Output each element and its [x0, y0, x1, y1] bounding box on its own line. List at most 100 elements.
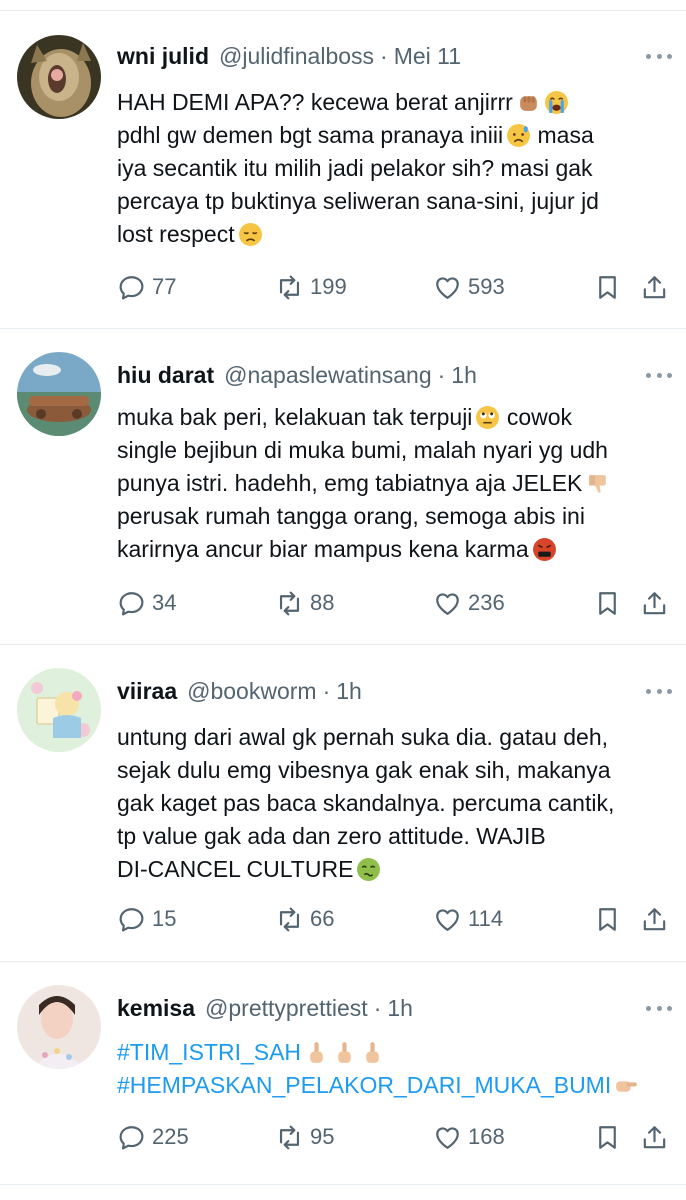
display-name[interactable]: wni julid — [117, 43, 209, 70]
bookmark-button[interactable] — [593, 902, 622, 936]
retweet-count: 199 — [310, 274, 347, 299]
bookmark-button[interactable] — [593, 270, 622, 304]
like-button[interactable]: 168 — [433, 1120, 505, 1154]
tweet-text-line: gak kaget pas baca skandalnya. percuma c… — [117, 790, 615, 816]
eye-roll-face-icon — [475, 405, 500, 430]
more-icon[interactable] — [646, 686, 672, 696]
display-name[interactable]: kemisa — [117, 995, 195, 1022]
avatar[interactable] — [17, 668, 101, 752]
user-handle[interactable]: @bookworm — [187, 678, 316, 705]
tweet[interactable]: hiu darat @napaslewatinsang · 1h muka ba… — [0, 330, 686, 645]
timestamp[interactable]: 1h — [451, 362, 477, 389]
like-button[interactable]: 593 — [433, 270, 505, 304]
tweet-text-line: tp value gak ada dan zero attitude. WAJI… — [117, 823, 546, 849]
timestamp[interactable]: Mei 11 — [394, 43, 461, 70]
pushing-hand-icon — [614, 1073, 639, 1098]
reply-button[interactable]: 34 — [117, 586, 176, 620]
retweet-count: 95 — [310, 1124, 335, 1149]
tweet[interactable]: kemisa @prettyprettiest · 1h #TIM_ISTRI_… — [0, 963, 686, 1185]
reply-button[interactable]: 77 — [117, 270, 176, 304]
separator: · — [437, 361, 446, 388]
bookmark-icon — [593, 589, 622, 618]
retweet-icon — [275, 1123, 310, 1152]
tweet-text-line: single bejibun di muka bumi, malah nyari… — [117, 437, 608, 463]
share-icon — [640, 905, 669, 934]
separator: · — [380, 42, 388, 69]
tweet-text-line: iya secantik itu milih jadi pelakor sih?… — [117, 155, 593, 181]
tweet-text-line-end: masa — [537, 122, 594, 148]
more-icon[interactable] — [646, 370, 672, 380]
thumbs-down-icon — [585, 471, 610, 496]
index-pointing-up-icon — [360, 1040, 385, 1065]
reply-icon — [117, 273, 152, 302]
share-icon — [640, 273, 669, 302]
sad-sweat-face-icon — [506, 123, 531, 148]
share-button[interactable] — [640, 902, 669, 936]
share-button[interactable] — [640, 270, 669, 304]
retweet-count: 88 — [310, 590, 335, 615]
hashtag-link[interactable]: #TIM_ISTRI_SAH — [117, 1039, 301, 1065]
avatar[interactable] — [17, 985, 101, 1069]
display-name[interactable]: hiu darat — [117, 362, 214, 389]
more-icon[interactable] — [646, 51, 672, 61]
hashtag-link[interactable]: #HEMPASKAN_PELAKOR_DARI_MUKA_BUMI — [117, 1072, 611, 1098]
retweet-count: 66 — [310, 906, 335, 931]
reply-icon — [117, 589, 152, 618]
like-button[interactable]: 236 — [433, 586, 505, 620]
share-icon — [640, 589, 669, 618]
tweet-text: muka bak peri, kelakuan tak terpuji cowo… — [117, 401, 667, 566]
share-button[interactable] — [640, 586, 669, 620]
tweet-text-line: percaya tp buktinya seliweran sana-sini,… — [117, 188, 599, 214]
crying-face-icon — [544, 90, 569, 115]
bookmark-icon — [593, 905, 622, 934]
tweet-text: #TIM_ISTRI_SAH #HEMPASKAN_PELAKOR_DARI_M… — [117, 1036, 667, 1102]
retweet-icon — [275, 273, 310, 302]
like-count: 168 — [468, 1124, 505, 1149]
share-icon — [640, 1123, 669, 1152]
like-button[interactable]: 114 — [433, 902, 503, 936]
retweet-button[interactable]: 66 — [275, 902, 334, 936]
tweet-text: HAH DEMI APA?? kecewa berat anjirrr pdhl… — [117, 86, 667, 251]
retweet-button[interactable]: 88 — [275, 586, 334, 620]
bookmark-icon — [593, 1123, 622, 1152]
tweet-text: untung dari awal gk pernah suka dia. gat… — [117, 721, 667, 886]
user-handle[interactable]: @julidfinalboss — [219, 43, 374, 70]
share-button[interactable] — [640, 1120, 669, 1154]
heart-icon — [433, 1123, 468, 1152]
separator: · — [373, 994, 382, 1021]
heart-icon — [433, 905, 468, 934]
display-name[interactable]: viiraa — [117, 678, 177, 705]
tweet-text-line: perusak rumah tangga orang, semoga abis … — [117, 503, 585, 529]
separator: · — [322, 677, 331, 704]
tweet-text-line: untung dari awal gk pernah suka dia. gat… — [117, 724, 609, 750]
cursing-face-icon — [532, 537, 557, 562]
bookmark-button[interactable] — [593, 1120, 622, 1154]
avatar[interactable] — [17, 35, 101, 119]
like-count: 236 — [468, 590, 505, 615]
tweet-text-line: punya istri. hadehh, emg tabiatnya aja J… — [117, 470, 583, 496]
user-handle[interactable]: @napaslewatinsang — [224, 362, 431, 389]
tweet-text-line: pdhl gw demen bgt sama pranaya iniii — [117, 122, 504, 148]
reply-button[interactable]: 15 — [117, 902, 176, 936]
reply-button[interactable]: 225 — [117, 1120, 189, 1154]
tweet-text-line: HAH DEMI APA?? kecewa berat anjirrr — [117, 89, 513, 115]
retweet-button[interactable]: 95 — [275, 1120, 334, 1154]
tweet[interactable]: wni julid @julidfinalboss · Mei 11 HAH D… — [0, 11, 686, 329]
heart-icon — [433, 589, 468, 618]
index-pointing-up-icon — [332, 1040, 357, 1065]
timestamp[interactable]: 1h — [336, 678, 362, 705]
fist-emoji-icon — [516, 90, 541, 115]
tweet-text-line-end: cowok — [506, 404, 573, 430]
retweet-button[interactable]: 199 — [275, 270, 347, 304]
avatar[interactable] — [17, 352, 101, 436]
bookmark-button[interactable] — [593, 586, 622, 620]
reply-count: 225 — [152, 1124, 189, 1149]
reply-icon — [117, 1123, 152, 1152]
tweet[interactable]: viiraa @bookworm · 1h untung dari awal g… — [0, 646, 686, 962]
reply-count: 15 — [152, 906, 177, 931]
timestamp[interactable]: 1h — [387, 995, 413, 1022]
user-handle[interactable]: @prettyprettiest — [205, 995, 368, 1022]
nauseated-face-icon — [356, 857, 381, 882]
tweet-text-line: karirnya ancur biar mampus kena karma — [117, 536, 529, 562]
more-icon[interactable] — [646, 1003, 672, 1013]
